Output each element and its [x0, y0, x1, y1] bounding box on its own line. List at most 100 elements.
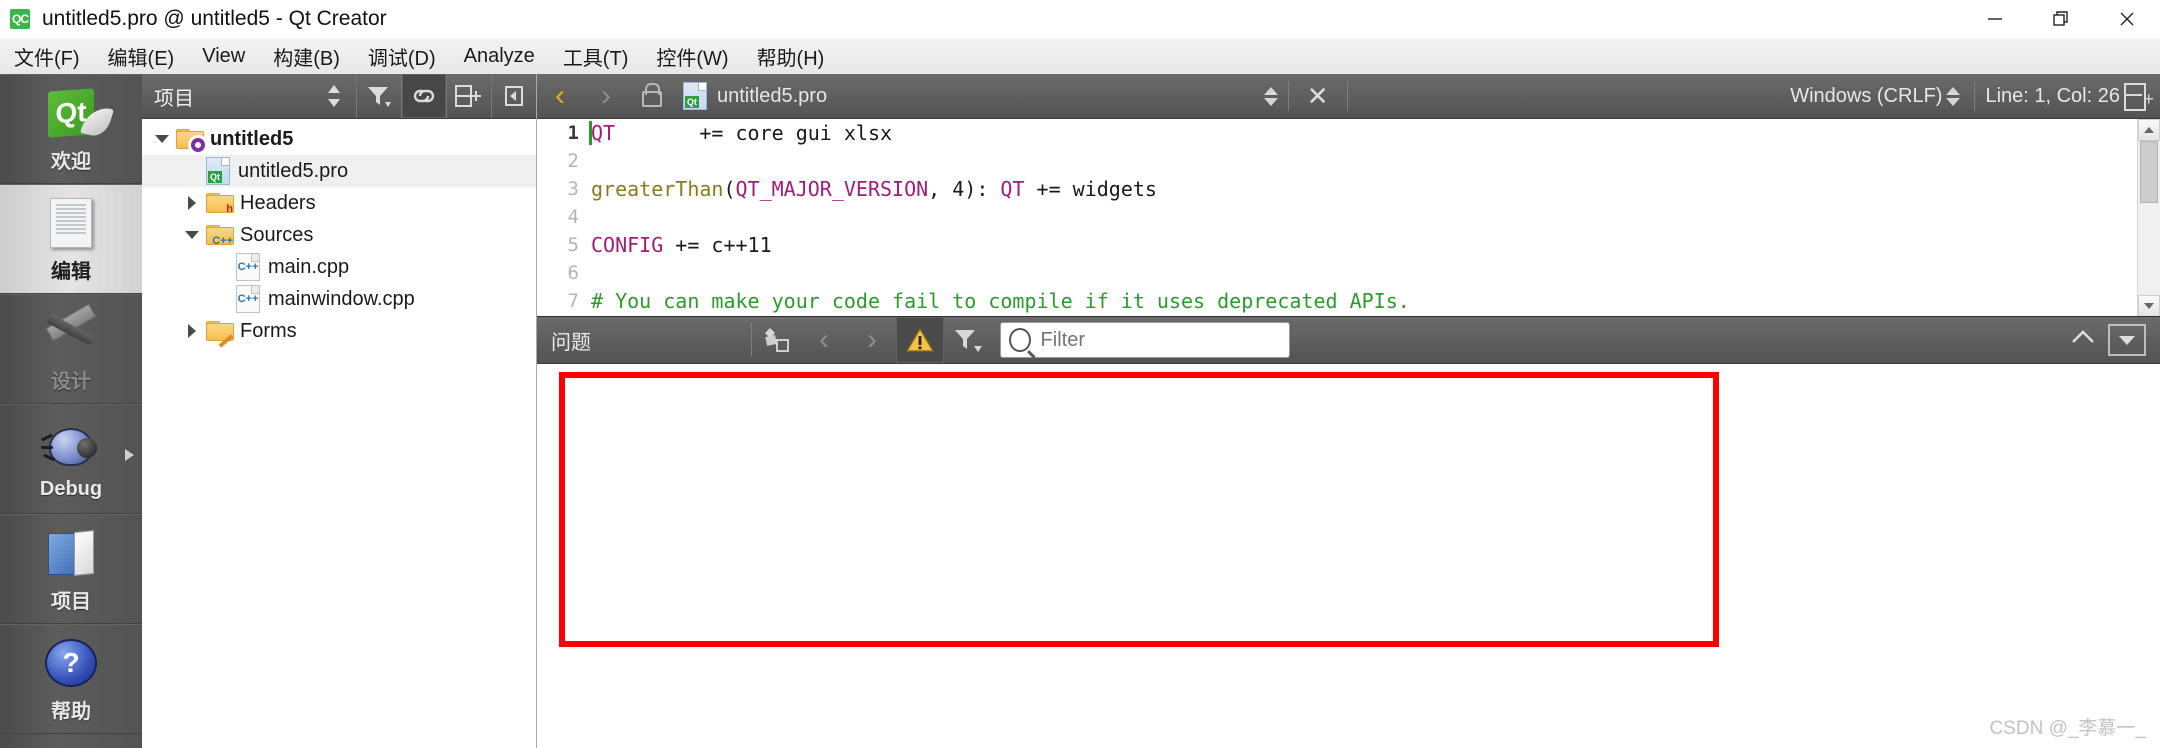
- filter-dropdown-icon[interactable]: [944, 317, 992, 363]
- scroll-up-icon[interactable]: [2138, 119, 2160, 141]
- collapse-output-pane-icon[interactable]: [2068, 327, 2098, 353]
- split-editor-icon[interactable]: +: [2123, 83, 2154, 111]
- tree-item-label: untitled5: [210, 127, 294, 150]
- code-token: += core gui xlsx: [699, 121, 893, 145]
- code-line: QT += core gui xlsx: [591, 119, 2136, 147]
- folder-forms-icon: [206, 321, 234, 348]
- scrollbar-thumb[interactable]: [2140, 141, 2158, 203]
- qt-creator-window: QC untitled5.pro @ untitled5 - Qt Creato…: [0, 0, 2160, 748]
- cursor-position-label[interactable]: Line: 1, Col: 26: [1985, 85, 2120, 108]
- mode-button-label: 项目: [51, 590, 91, 613]
- code-content[interactable]: QT += core gui xlsx greaterThan(QT_MAJOR_…: [591, 119, 2136, 315]
- menu-analyze[interactable]: Analyze: [450, 38, 549, 74]
- menu-file[interactable]: 文件(F): [0, 38, 94, 74]
- output-pane-toggle-icon[interactable]: [2108, 324, 2146, 356]
- issues-output-pane: 问题 ‹ ›: [537, 316, 2160, 748]
- close-document-button[interactable]: ✕: [1295, 81, 1341, 112]
- editor-area: ‹ › Qt untitled5.pro ✕ Windows (CRLF) Li…: [537, 74, 2160, 748]
- scroll-down-icon[interactable]: [2138, 295, 2160, 317]
- project-folder-gear-icon: [176, 129, 205, 152]
- unlocked-icon[interactable]: [629, 74, 675, 118]
- issues-toolbar: 问题 ‹ ›: [537, 316, 2160, 364]
- tree-item-untitled5-pro[interactable]: Qt untitled5.pro: [142, 155, 536, 187]
- tree-twisty-right-icon[interactable]: [178, 324, 206, 338]
- line-number: 2: [567, 150, 579, 172]
- tree-twisty-right-icon[interactable]: [178, 196, 206, 210]
- toolbar-divider-3: [1974, 81, 1976, 111]
- close-window-button[interactable]: [2094, 0, 2160, 38]
- warning-filter-icon[interactable]: [896, 317, 944, 363]
- project-sidebar-header: 项目: [142, 74, 536, 119]
- prev-chevron-glyph: ‹: [819, 323, 829, 356]
- mode-button-label: 编辑: [51, 260, 91, 283]
- line-number: 1: [567, 122, 579, 144]
- editor-vertical-scrollbar[interactable]: [2137, 119, 2160, 317]
- mode-selector-bar: Qt 欢迎编辑设计 Debug 项目 ? 帮助: [0, 74, 143, 748]
- code-editor[interactable]: 1234567 QT += core gui xlsx greaterThan(Q…: [537, 119, 2160, 317]
- close-sidebar-icon[interactable]: [491, 74, 536, 118]
- menu-help[interactable]: 帮助(H): [743, 38, 839, 74]
- minimize-button[interactable]: [1962, 0, 2028, 38]
- document-dropdown-icon[interactable]: [1263, 86, 1282, 106]
- code-token: greaterThan: [591, 177, 724, 201]
- menu-window[interactable]: 控件(W): [642, 38, 742, 74]
- document-icon: [50, 195, 92, 251]
- filter-tree-icon[interactable]: [356, 74, 401, 118]
- qt-logo-icon: Qt: [48, 85, 114, 141]
- previous-issue-icon[interactable]: ‹: [800, 317, 848, 363]
- split-sidebar-icon[interactable]: [446, 74, 491, 118]
- tree-item-headers[interactable]: h Headers: [142, 187, 536, 219]
- tree-item-sources[interactable]: C++ Sources: [142, 219, 536, 251]
- toolbar-divider-1: [1287, 81, 1289, 111]
- next-issue-icon[interactable]: ›: [848, 317, 896, 363]
- code-line: # You can make your code fail to compile…: [591, 287, 2136, 315]
- mode-button-label: Debug: [39, 477, 103, 500]
- code-line: CONFIG += c++11: [591, 231, 2136, 259]
- menu-item-label: 帮助(H): [756, 47, 825, 70]
- menu-view[interactable]: View: [188, 38, 259, 74]
- menu-item-label: Analyze: [463, 44, 535, 67]
- project-sidebar: 项目 untitled5 Qt untitled5.pro h Headers …: [142, 74, 537, 748]
- menu-item-label: 控件(W): [656, 47, 729, 70]
- tree-item-mainwindow-cpp[interactable]: C++ mainwindow.cpp: [142, 283, 536, 315]
- editor-toolbar: ‹ › Qt untitled5.pro ✕ Windows (CRLF) Li…: [537, 74, 2160, 119]
- issues-pane-title[interactable]: 问题: [537, 326, 751, 355]
- menu-item-label: 工具(T): [562, 47, 629, 70]
- menu-edit[interactable]: 编辑(E): [94, 38, 189, 74]
- mode-button-5[interactable]: ? 帮助: [0, 624, 142, 734]
- navigate-back-icon[interactable]: ‹: [537, 74, 583, 118]
- mode-button-2: 设计: [0, 294, 142, 404]
- mode-button-1[interactable]: 编辑: [0, 184, 142, 294]
- mode-button-0[interactable]: Qt 欢迎: [0, 74, 142, 184]
- menu-build[interactable]: 构建(B): [259, 38, 354, 74]
- mode-button-4[interactable]: 项目: [0, 514, 142, 624]
- line-ending-label[interactable]: Windows (CRLF): [1790, 85, 1942, 108]
- tree-item-forms[interactable]: Forms: [142, 315, 536, 348]
- mode-button-label: 设计: [51, 370, 91, 393]
- tree-twisty-down-icon[interactable]: [148, 135, 176, 143]
- tree-twisty-down-icon[interactable]: [178, 231, 206, 239]
- title-bar: QC untitled5.pro @ untitled5 - Qt Creato…: [0, 0, 2160, 38]
- maximize-restore-button[interactable]: [2028, 0, 2094, 38]
- issues-filter-box[interactable]: [1000, 322, 1290, 358]
- code-token: QT: [1000, 177, 1025, 201]
- issues-filter-input[interactable]: [1038, 327, 1281, 353]
- link-with-editor-icon[interactable]: [401, 74, 446, 118]
- tree-item-untitled5[interactable]: untitled5: [142, 123, 536, 155]
- bug-icon: [40, 418, 97, 474]
- next-chevron-glyph: ›: [867, 323, 877, 356]
- tree-item-main-cpp[interactable]: C++ main.cpp: [142, 251, 536, 283]
- mode-expand-arrow-icon[interactable]: [125, 449, 134, 461]
- clear-issues-icon[interactable]: [752, 317, 800, 363]
- open-document-selector[interactable]: Qt untitled5.pro: [675, 82, 827, 110]
- issues-toolbar-right: [2068, 324, 2160, 356]
- sidebar-view-selector-icon[interactable]: [312, 74, 356, 118]
- mode-button-3[interactable]: Debug: [0, 404, 142, 514]
- navigate-forward-icon[interactable]: ›: [583, 74, 629, 118]
- code-token: QT: [591, 121, 700, 145]
- menu-debug[interactable]: 调试(D): [354, 38, 450, 74]
- issues-list[interactable]: [537, 364, 2160, 748]
- line-ending-dropdown-icon[interactable]: [1946, 86, 1964, 106]
- menu-tools[interactable]: 工具(T): [549, 38, 643, 74]
